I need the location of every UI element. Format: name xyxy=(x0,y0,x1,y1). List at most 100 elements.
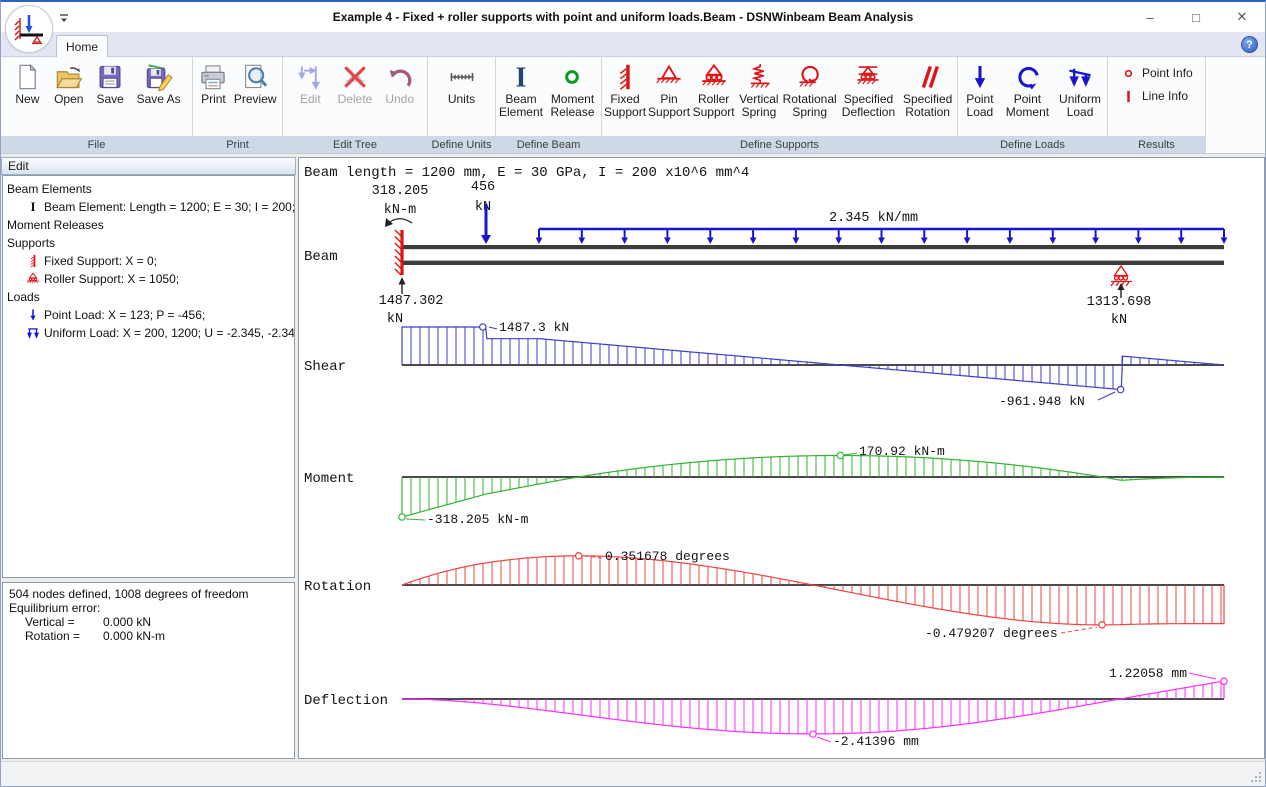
specified-deflection-icon xyxy=(857,65,879,84)
marker-shear-0 xyxy=(479,323,487,331)
pin-support-icon xyxy=(656,64,681,83)
tree-item-label: Loads xyxy=(7,290,40,304)
ribbon-button-open[interactable]: Open xyxy=(53,58,85,108)
ribbon-group-define-loads: Point Load Point Moment Uniform Load Define… xyxy=(958,57,1108,153)
tree-item-roller-support[interactable]: Roller Support: X = 1050; xyxy=(3,270,294,288)
ribbon-button-label: Vertical Spring xyxy=(739,92,779,119)
save-as-icon xyxy=(146,63,173,91)
uniform-icon xyxy=(27,328,39,339)
ribbon-button-save-as[interactable]: Save As xyxy=(136,58,182,108)
tree-item-point-load[interactable]: Point Load: X = 123; P = -456; xyxy=(3,306,294,324)
vertical-spring-icon xyxy=(750,63,770,88)
point-load-value: 456 xyxy=(471,180,495,195)
tree-item-fixed-support[interactable]: Fixed Support: X = 0; xyxy=(3,252,294,270)
marker-deflection-0 xyxy=(809,730,817,738)
ribbon-button-label: Specified Rotation xyxy=(902,92,953,119)
ribbon-button-vertical-spring[interactable]: Vertical Spring xyxy=(736,58,781,121)
chart-rotation: 0.351678 degrees -0.479207 degrees xyxy=(401,549,1225,641)
svg-text:I: I xyxy=(31,200,36,214)
line-info-icon xyxy=(1126,90,1130,102)
annotation-rotation-0: 0.351678 degrees xyxy=(605,549,730,564)
fixed-moment-unit: kN-m xyxy=(384,203,416,218)
preview-icon xyxy=(245,64,268,88)
ribbon-button-beam-element[interactable]: I Beam Element xyxy=(497,58,545,121)
ribbon-button-fixed-support[interactable]: Fixed Support xyxy=(603,58,647,121)
section-label-beam: Beam xyxy=(304,249,338,265)
ribbon-button-label: Save xyxy=(96,92,124,106)
ribbon-group-file: New Open Save Save As File xyxy=(1,57,193,153)
diagram-canvas[interactable]: Beam length = 1200 mm, E = 30 GPa, I = 2… xyxy=(298,157,1265,759)
right-reaction-value: 1313.698 xyxy=(1087,295,1152,310)
ribbon-button-edit: Edit xyxy=(294,58,326,108)
annotation-rotation-1: -0.479207 degrees xyxy=(925,626,1058,641)
marker-shear-1 xyxy=(1116,385,1125,394)
edit-tree-panel: Beam Elements I Beam Element: Length = 120… xyxy=(2,175,295,578)
ribbon-button-label: Uniform Load xyxy=(1059,92,1102,119)
ribbon-button-preview[interactable]: Preview xyxy=(233,58,278,108)
ribbon-button-label: Moment Release xyxy=(550,92,595,119)
tree-item-label: Roller Support: X = 1050; xyxy=(44,272,180,286)
ribbon-button-roller-support[interactable]: Roller Support xyxy=(691,58,736,121)
ribbon-button-specified-deflection[interactable]: Specified Deflection xyxy=(838,58,900,121)
moment-release-icon xyxy=(565,69,580,84)
ribbon-button-rotational-spring[interactable]: Rotational Spring xyxy=(782,58,838,121)
ribbon-button-save[interactable]: Save xyxy=(94,58,126,108)
ribbon-button-new[interactable]: New xyxy=(11,58,43,108)
beam-properties-header: Beam length = 1200 mm, E = 30 GPa, I = 2… xyxy=(304,165,749,181)
chart-moment: -318.205 kN-m 170.92 kN-m xyxy=(398,444,1225,527)
ribbon-group-caption: Define Loads xyxy=(958,136,1107,153)
help-button[interactable]: ? xyxy=(1241,36,1258,53)
ribbon-button-point-load[interactable]: Point Load xyxy=(959,58,1001,121)
section-label-deflection: Deflection xyxy=(304,693,388,709)
ribbon-group-define-beam: I Beam Element Moment Release Define Beam xyxy=(496,57,602,153)
ribbon-button-units[interactable]: Units xyxy=(446,58,478,108)
tree-item-uniform-load[interactable]: Uniform Load: X = 200, 1200; U = -2.345,… xyxy=(3,324,294,342)
ribbon-button-line-info[interactable]: Line Info xyxy=(1120,88,1188,104)
moment-arrow-icon xyxy=(389,218,413,224)
ribbon-button-print[interactable]: Print xyxy=(197,58,229,108)
ribbon-group-results: Point Info Line Info Results xyxy=(1108,57,1206,153)
status-bar xyxy=(1,761,1265,786)
ribbon-button-point-moment[interactable]: Point Moment xyxy=(1001,58,1054,121)
fixed-support-icon xyxy=(394,229,404,276)
maximize-button[interactable]: □ xyxy=(1173,2,1219,32)
minimize-button[interactable]: – xyxy=(1127,2,1173,32)
section-label-rotation: Rotation xyxy=(304,579,371,595)
rotation-value: 0.000 kN-m xyxy=(103,629,166,643)
uniform-load-value: 2.345 kN/mm xyxy=(829,211,918,226)
new-file-icon xyxy=(19,63,37,89)
point-moment-icon xyxy=(1018,66,1040,89)
point-load-unit: kN xyxy=(475,200,491,215)
close-button[interactable]: ✕ xyxy=(1219,2,1265,32)
tree-item-beam-elements[interactable]: Beam Elements xyxy=(3,180,294,198)
window-title: Example 4 - Fixed + roller supports with… xyxy=(332,10,914,24)
annotation-shear-0: 1487.3 kN xyxy=(499,320,569,335)
ribbon-button-moment-release[interactable]: Moment Release xyxy=(545,58,600,121)
ribbon-button-specified-rotation[interactable]: Specified Rotation xyxy=(899,58,956,121)
ribbon-button-pin-support[interactable]: Pin Support xyxy=(647,58,691,121)
fixed-support-icon xyxy=(619,64,630,90)
vertical-value: 0.000 kN xyxy=(103,615,152,629)
tree-item-supports[interactable]: Supports xyxy=(3,234,294,252)
ribbon-tab-row: Home ? xyxy=(1,32,1265,57)
annotation-deflection-1: 1.22058 mm xyxy=(1109,666,1187,681)
tree-item-beam-element[interactable]: I Beam Element: Length = 1200; E = 30; I … xyxy=(3,198,295,216)
roller-icon xyxy=(27,272,39,284)
tree-item-moment-releases[interactable]: Moment Releases xyxy=(3,216,294,234)
ribbon-button-point-info[interactable]: Point Info xyxy=(1120,65,1193,81)
tree-item-loads[interactable]: Loads xyxy=(3,288,294,306)
roller-support-icon xyxy=(701,63,726,86)
open-folder-icon xyxy=(56,66,83,88)
fixed-moment-value: 318.205 xyxy=(372,184,429,199)
equilibrium-error-label: Equilibrium error: xyxy=(9,601,101,615)
edit-icon xyxy=(298,66,321,90)
quick-access-dropdown[interactable] xyxy=(58,11,70,23)
right-reaction-unit: kN xyxy=(1111,313,1127,328)
tab-home[interactable]: Home xyxy=(56,35,108,57)
resize-grip-icon[interactable] xyxy=(1250,771,1263,784)
uniform-load-arrows-icon xyxy=(535,227,1228,244)
roller-support-icon xyxy=(1110,264,1132,287)
ribbon-button-uniform-load[interactable]: Uniform Load xyxy=(1054,58,1106,121)
save-icon xyxy=(99,65,121,88)
app-icon[interactable] xyxy=(5,5,53,53)
